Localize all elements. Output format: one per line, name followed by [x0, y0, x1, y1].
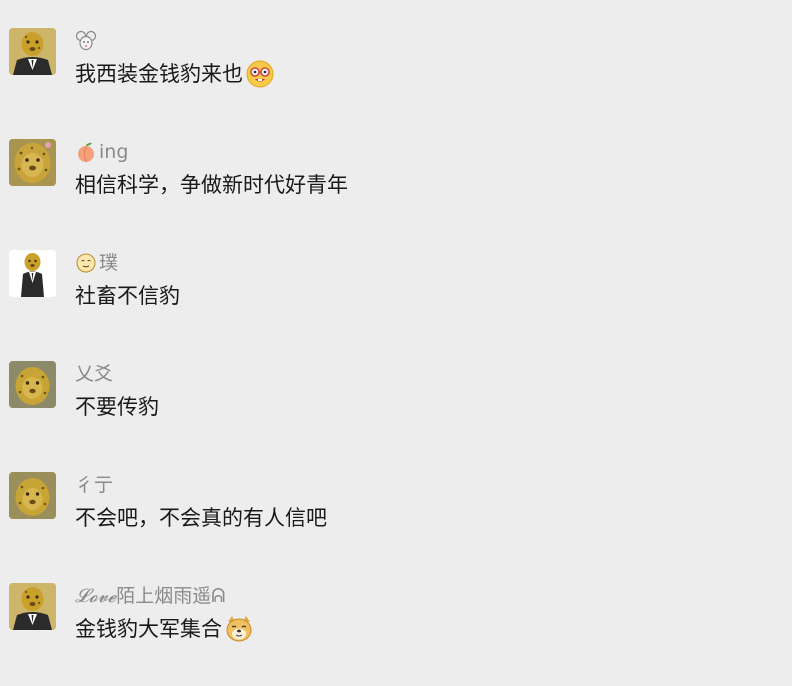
leopard-suit-white-avatar-icon[interactable]	[9, 250, 56, 297]
sender-nickname	[75, 28, 99, 54]
message-text: 不要传豹	[75, 391, 159, 423]
nerd-face-icon	[245, 59, 275, 89]
nickname-script: 𝓛𝓸𝓿𝓮	[75, 585, 117, 607]
doge-icon	[224, 614, 254, 644]
message-body: 相信科学，争做新时代好青年	[75, 173, 348, 197]
nickname-text: 彳亍	[75, 474, 114, 496]
nickname-text: 陌上烟雨遥ᕱ	[116, 585, 226, 607]
leopard-suit-avatar-icon[interactable]	[9, 28, 56, 75]
sender-nickname: 彳亍	[75, 472, 113, 498]
nickname-text: ing	[99, 141, 129, 163]
leopard-suit-avatar-icon[interactable]	[9, 583, 56, 630]
nickname-text: 乂爻	[75, 363, 114, 385]
message-text: 我西装金钱豹来也	[75, 58, 275, 90]
message-text: 相信科学，争做新时代好青年	[75, 169, 348, 201]
message-body: 社畜不信豹	[75, 284, 180, 308]
peach-icon	[75, 141, 97, 163]
message-body: 金钱豹大军集合	[75, 617, 222, 641]
list-item: 我西装金钱豹来也	[0, 28, 792, 108]
message-body: 不要传豹	[75, 395, 159, 419]
message-body: 不会吧，不会真的有人信吧	[75, 506, 327, 530]
sender-nickname: 乂爻	[75, 361, 113, 387]
message-body: 我西装金钱豹来也	[75, 62, 243, 86]
leopard-avatar-icon[interactable]	[9, 139, 56, 186]
list-item: 璞 社畜不信豹	[0, 250, 792, 330]
message-text: 社畜不信豹	[75, 280, 180, 312]
message-text: 金钱豹大军集合	[75, 613, 254, 645]
sender-nickname: 𝓛𝓸𝓿𝓮 陌上烟雨遥ᕱ	[75, 583, 225, 609]
smiling-face-icon	[75, 252, 97, 274]
list-item: 𝓛𝓸𝓿𝓮 陌上烟雨遥ᕱ 金钱豹大军集合	[0, 583, 792, 663]
nickname-text: 璞	[99, 252, 119, 274]
sender-nickname: ing	[75, 139, 128, 165]
list-item: 乂爻 不要传豹	[0, 361, 792, 441]
chat-message-list[interactable]: 我西装金钱豹来也 ing 相信科学，争做新时代好青年 璞 社畜不信豹 乂爻 不要…	[0, 0, 792, 686]
list-item: ing 相信科学，争做新时代好青年	[0, 139, 792, 219]
message-text: 不会吧，不会真的有人信吧	[75, 502, 327, 534]
leopard-avatar-icon[interactable]	[9, 361, 56, 408]
leopard-avatar-icon[interactable]	[9, 472, 56, 519]
sender-nickname: 璞	[75, 250, 118, 276]
list-item: 彳亍 不会吧，不会真的有人信吧	[0, 472, 792, 552]
mouse-face-icon	[75, 30, 97, 52]
